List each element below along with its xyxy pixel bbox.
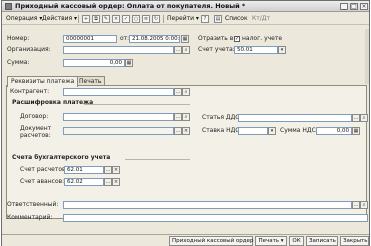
toolbar-separator	[163, 15, 164, 23]
counterparty-label: Контрагент:	[10, 88, 50, 95]
toolbar-separator	[78, 15, 79, 23]
edit-icon[interactable]: ✎	[102, 15, 110, 23]
search-icon[interactable]: ⌕	[182, 113, 190, 121]
number-field[interactable]: 00000001	[63, 35, 117, 43]
window-title: Приходный кассовый ордер: Оплата от поку…	[15, 2, 246, 10]
date-label: от:	[120, 35, 130, 42]
operation-menu[interactable]: Операция ▾	[6, 14, 42, 24]
contract-field[interactable]	[63, 113, 174, 121]
ok-button[interactable]: ОК	[289, 236, 304, 246]
post-document-icon[interactable]: ✓	[122, 15, 130, 23]
select-button[interactable]: …	[104, 178, 112, 186]
save-button[interactable]: Записать	[306, 236, 338, 246]
select-button[interactable]: …	[104, 166, 112, 174]
kt-dt-button[interactable]: Кт/Дт	[252, 14, 270, 24]
goto-menu[interactable]: Перейти ▾	[167, 14, 199, 24]
settlement-document-label-2: расчетов:	[20, 132, 51, 139]
title-bar: Приходный кассовый ордер: Оплата от поку…	[2, 1, 369, 12]
add-icon[interactable]: +	[82, 15, 90, 23]
document-icon	[5, 3, 12, 10]
settlement-account-field[interactable]: 62.01	[64, 166, 104, 174]
group-separator	[125, 159, 190, 160]
payment-breakdown-title: Расшифровка платежа	[12, 99, 94, 106]
search-icon[interactable]: ⌕	[182, 46, 190, 54]
settlement-document-field[interactable]	[63, 127, 174, 135]
responsible-field[interactable]	[63, 201, 352, 209]
clear-icon[interactable]: ×	[112, 178, 120, 186]
select-button[interactable]: …	[174, 127, 182, 135]
dds-article-field[interactable]	[238, 114, 352, 122]
close-button[interactable]: Закрыть	[340, 236, 369, 246]
tax-accounting-checkbox[interactable]: ✓	[234, 36, 240, 42]
actions-menu[interactable]: Действия ▾	[42, 14, 77, 24]
delete-icon[interactable]: ×	[112, 15, 120, 23]
account-label: Счет учета:	[198, 46, 235, 53]
organization-field[interactable]	[63, 46, 174, 54]
advance-account-label: Счет авансов:	[20, 178, 65, 185]
reflect-label: Отразить в:	[198, 35, 236, 42]
vat-sum-label: Сумма НДС:	[280, 127, 318, 134]
responsible-label: Ответственный:	[7, 201, 59, 208]
vat-rate-field[interactable]	[238, 127, 268, 135]
select-button[interactable]: …	[174, 88, 182, 96]
sum-field[interactable]: 0,00	[63, 59, 125, 67]
date-field[interactable]: 21.08.2005 0:00:00	[129, 35, 180, 43]
vertical-scrollbar[interactable]	[365, 29, 369, 84]
close-window-button[interactable]: ×	[360, 3, 368, 10]
counterparty-field[interactable]	[63, 88, 174, 96]
search-icon[interactable]: ⌕	[360, 201, 368, 209]
clear-icon[interactable]: ×	[112, 166, 120, 174]
accounting-accounts-title: Счета бухгалтерского учета	[12, 154, 111, 161]
maximize-button[interactable]: □	[350, 3, 358, 10]
search-icon[interactable]: ⌕	[182, 88, 190, 96]
print-form-button[interactable]: Приходный кассовый ордер	[169, 236, 253, 246]
group-separator	[84, 104, 190, 105]
number-label: Номер:	[7, 35, 30, 42]
select-button[interactable]: …	[174, 46, 182, 54]
unpost-document-icon[interactable]: ○	[132, 15, 140, 23]
dds-article-label: Статья ДДС:	[202, 114, 242, 121]
select-button[interactable]: …	[174, 113, 182, 121]
list-icon[interactable]: ▤	[214, 15, 222, 23]
copy-icon[interactable]: ⧉	[92, 15, 100, 23]
calculator-icon[interactable]: ▦	[125, 59, 133, 67]
bottom-button-bar: Приходный кассовый ордер Печать ▾ ОК Зап…	[2, 234, 369, 246]
document-window: Приходный кассовый ордер: Оплата от поку…	[1, 0, 370, 246]
calculator-icon[interactable]: ▦	[352, 127, 360, 135]
calendar-icon[interactable]: ▦	[181, 35, 189, 43]
clear-icon[interactable]: ×	[182, 127, 190, 135]
vat-sum-field[interactable]: 0,00	[316, 127, 352, 135]
search-icon[interactable]: ⌕	[360, 114, 368, 122]
print-menu-button[interactable]: Печать ▾	[255, 236, 287, 246]
list-button[interactable]: Список	[225, 14, 248, 24]
tax-accounting-label: налог. учете	[242, 35, 283, 42]
chevron-down-icon[interactable]: ▾	[278, 46, 286, 54]
tab-payment-details[interactable]: Реквизиты платежа	[7, 76, 79, 87]
organization-label: Организация:	[7, 46, 51, 53]
vat-rate-label: Ставка НДС:	[202, 127, 242, 134]
sum-label: Сумма:	[7, 59, 30, 66]
structure-icon[interactable]: ≡	[142, 15, 150, 23]
refresh-icon[interactable]: ↻	[152, 15, 160, 23]
minimize-button[interactable]: _	[340, 3, 348, 10]
chevron-down-icon[interactable]: ▾	[268, 127, 276, 135]
settlement-account-label: Счет расчетов:	[20, 166, 68, 173]
toolbar: Операция ▾ Действия ▾ + ⧉ ✎ × ✓ ○ ≡ ↻ Пе…	[2, 13, 369, 25]
select-button[interactable]: …	[352, 114, 360, 122]
comment-field[interactable]	[63, 214, 368, 222]
select-button[interactable]: …	[352, 201, 360, 209]
advance-account-field[interactable]: 62.02	[64, 178, 104, 186]
comment-label: Комментарий:	[7, 214, 53, 221]
account-field[interactable]: 50.01	[234, 46, 278, 54]
contract-label: Договор:	[20, 113, 49, 120]
help-icon[interactable]: ?	[201, 15, 209, 23]
